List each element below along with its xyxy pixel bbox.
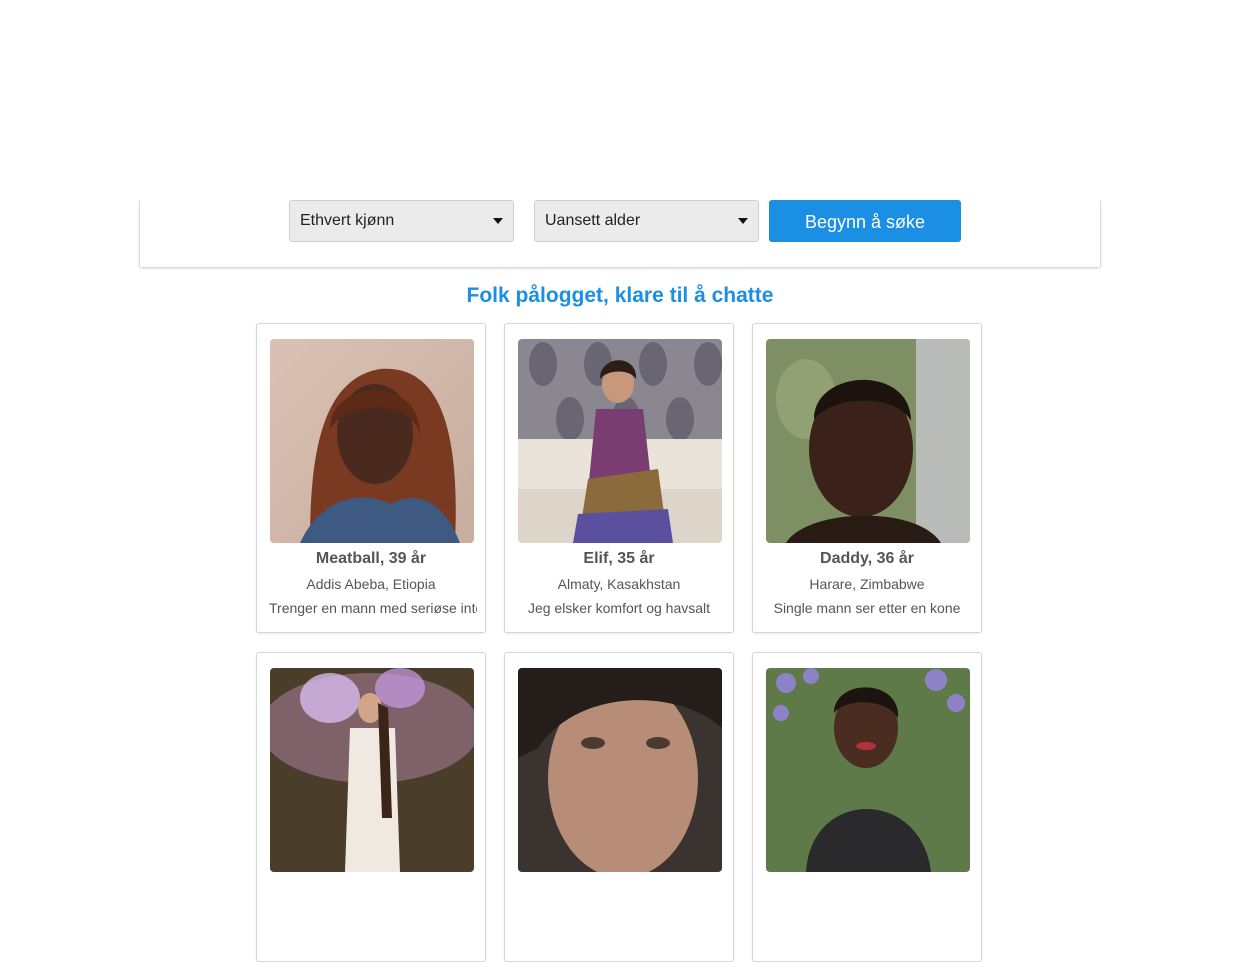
profile-card[interactable] — [752, 652, 982, 962]
profile-photo[interactable] — [766, 339, 970, 543]
profile-card[interactable]: Meatball, 39 år Addis Abeba, Etiopia Tre… — [256, 323, 486, 633]
profile-photo[interactable] — [270, 668, 474, 872]
profile-photo[interactable] — [518, 668, 722, 872]
profile-card[interactable]: Daddy, 36 år Harare, Zimbabwe Single man… — [752, 323, 982, 633]
profile-card[interactable] — [504, 652, 734, 962]
profile-name[interactable]: Elif, 35 år — [505, 550, 733, 568]
profile-location: Addis Abeba, Etiopia — [306, 576, 436, 592]
chevron-down-icon — [738, 218, 748, 224]
search-panel: Ethvert kjønn Uansett alder Begynn å søk… — [139, 200, 1101, 268]
profile-name[interactable]: Meatball, 39 år — [257, 550, 485, 568]
gender-select[interactable]: Ethvert kjønn — [289, 200, 514, 242]
profile-location: Harare, Zimbabwe — [809, 576, 925, 592]
profile-tagline: Trenger en mann med seriøse intentioner — [269, 600, 477, 616]
profile-photo[interactable] — [766, 668, 970, 872]
profile-tagline: Jeg elsker komfort og havsalt — [527, 600, 711, 616]
profile-card[interactable] — [256, 652, 486, 962]
age-select-value: Uansett alder — [545, 212, 641, 229]
profile-card[interactable]: Elif, 35 år Almaty, Kasakhstan Jeg elske… — [504, 323, 734, 633]
profile-tagline: Single mann ser etter en kone — [773, 600, 961, 616]
profile-name[interactable]: Daddy, 36 år — [753, 550, 981, 568]
online-heading: Folk pålogget, klare til å chatte — [466, 284, 774, 307]
age-select[interactable]: Uansett alder — [534, 200, 759, 242]
profile-photo[interactable] — [270, 339, 474, 543]
start-search-button[interactable]: Begynn å søke — [769, 200, 961, 242]
gender-select-value: Ethvert kjønn — [300, 212, 395, 229]
chevron-down-icon — [493, 218, 503, 224]
profile-location: Almaty, Kasakhstan — [557, 576, 681, 592]
profile-photo[interactable] — [518, 339, 722, 543]
